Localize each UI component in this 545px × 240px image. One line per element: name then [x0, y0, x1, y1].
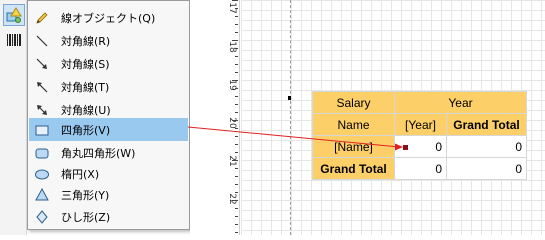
- menu-item-diamond[interactable]: ひし形(Z): [29, 205, 188, 228]
- ruler-tick: [235, 48, 238, 49]
- menu-item-label: ひし形(Z): [61, 210, 111, 224]
- crosstab-table[interactable]: Salary Year Name [Year] Grand Total [Nam…: [312, 91, 527, 180]
- shape-tool-icon[interactable]: [3, 4, 25, 26]
- ruler-tick: [235, 144, 238, 145]
- rectangle-icon: [29, 118, 55, 141]
- diagonal-arrow-icon: [29, 52, 55, 75]
- ruler-tick: [235, 128, 238, 129]
- ruler-tick: [235, 208, 238, 209]
- ruler-tick: [235, 104, 238, 105]
- ruler-tick: [235, 152, 238, 153]
- ruler-tick: [235, 176, 238, 177]
- menu-item-label: 線オブジェクト(Q): [61, 11, 156, 25]
- ruler-tick: [235, 232, 238, 233]
- menu-item-label: 対角線(U): [61, 103, 111, 117]
- menu-item-label: 三角形(Y): [61, 188, 110, 202]
- ruler-tick: [232, 0, 238, 1]
- selection-handle[interactable]: [288, 96, 291, 100]
- header-name[interactable]: Name: [312, 113, 395, 136]
- diagonal-arrow-start-icon: [29, 75, 55, 98]
- menu-item-diagonal-s[interactable]: 対角線(S): [29, 52, 188, 75]
- ruler-tick: [232, 80, 238, 81]
- ruler-tick: [235, 136, 238, 137]
- ruler-tick: [235, 168, 238, 169]
- ruler-tick: [232, 40, 238, 41]
- ruler-tick: [232, 120, 238, 121]
- menu-item-triangle[interactable]: 三角形(Y): [29, 183, 188, 206]
- menu-item-label: 対角線(T): [61, 80, 110, 94]
- barcode-icon[interactable]: [3, 29, 25, 51]
- row-name-field[interactable]: [Name]: [312, 135, 395, 158]
- ruler-tick: [235, 184, 238, 185]
- vertical-ruler: 17 18 19 20 21 22: [222, 0, 240, 235]
- page-margin-line: [290, 0, 291, 235]
- header-year-field[interactable]: [Year]: [394, 113, 447, 136]
- ruler-tick: [235, 64, 238, 65]
- header-grand-total-col[interactable]: Grand Total: [446, 113, 527, 136]
- ruler-tick: [235, 72, 238, 73]
- ruler-tick: [235, 96, 238, 97]
- ruler-tick: [235, 8, 238, 9]
- menu-item-ellipse[interactable]: 楕円(X): [29, 162, 188, 185]
- menu-item-label: 対角線(S): [61, 57, 110, 71]
- ruler-tick: [235, 192, 238, 193]
- ruler-tick: [235, 216, 238, 217]
- ruler-tick: [235, 88, 238, 89]
- cell-col-total[interactable]: 0: [394, 157, 447, 180]
- menu-item-label: 楕円(X): [61, 167, 100, 181]
- ruler-tick: [235, 112, 238, 113]
- ruler-tick: [232, 160, 238, 161]
- menu-item-rounded-rectangle[interactable]: 角丸四角形(W): [29, 141, 188, 164]
- menu-item-label: 角丸四角形(W): [61, 146, 136, 160]
- ruler-tick: [235, 224, 238, 225]
- shape-menu: 線オブジェクト(Q) 対角線(R) 対角線(S) 対角線(T) 対角線(U) 四…: [27, 0, 190, 230]
- ruler-label: 21: [227, 154, 237, 168]
- ruler-tick: [235, 32, 238, 33]
- row-grand-total[interactable]: Grand Total: [312, 157, 395, 180]
- ellipse-icon: [29, 162, 55, 185]
- cell-row-total[interactable]: 0: [446, 135, 527, 158]
- menu-item-label: 対角線(R): [61, 34, 111, 48]
- left-toolbar: [0, 0, 27, 235]
- ruler-tick: [235, 24, 238, 25]
- ruler-tick: [235, 16, 238, 17]
- menu-item-diagonal-r[interactable]: 対角線(R): [29, 29, 188, 52]
- ruler-tick: [235, 56, 238, 57]
- rounded-rectangle-icon: [29, 141, 55, 164]
- ruler-label: 18: [227, 41, 237, 53]
- menu-item-line-object[interactable]: 線オブジェクト(Q): [29, 6, 188, 29]
- workspace-gap: [190, 0, 222, 235]
- triangle-icon: [29, 183, 55, 206]
- header-year[interactable]: Year: [394, 91, 527, 114]
- cell-grand-total[interactable]: 0: [446, 157, 527, 180]
- diagonal-line-icon: [29, 29, 55, 52]
- ruler-label: 22: [227, 193, 237, 205]
- cell-value[interactable]: 0: [394, 135, 447, 158]
- menu-item-diagonal-t[interactable]: 対角線(T): [29, 75, 188, 98]
- ruler-tick: [232, 200, 238, 201]
- menu-item-label: 四角形(V): [61, 123, 111, 137]
- header-salary[interactable]: Salary: [312, 91, 395, 114]
- menu-item-rectangle[interactable]: 四角形(V): [29, 118, 188, 141]
- pencil-icon: [29, 6, 55, 29]
- diamond-icon: [29, 205, 55, 228]
